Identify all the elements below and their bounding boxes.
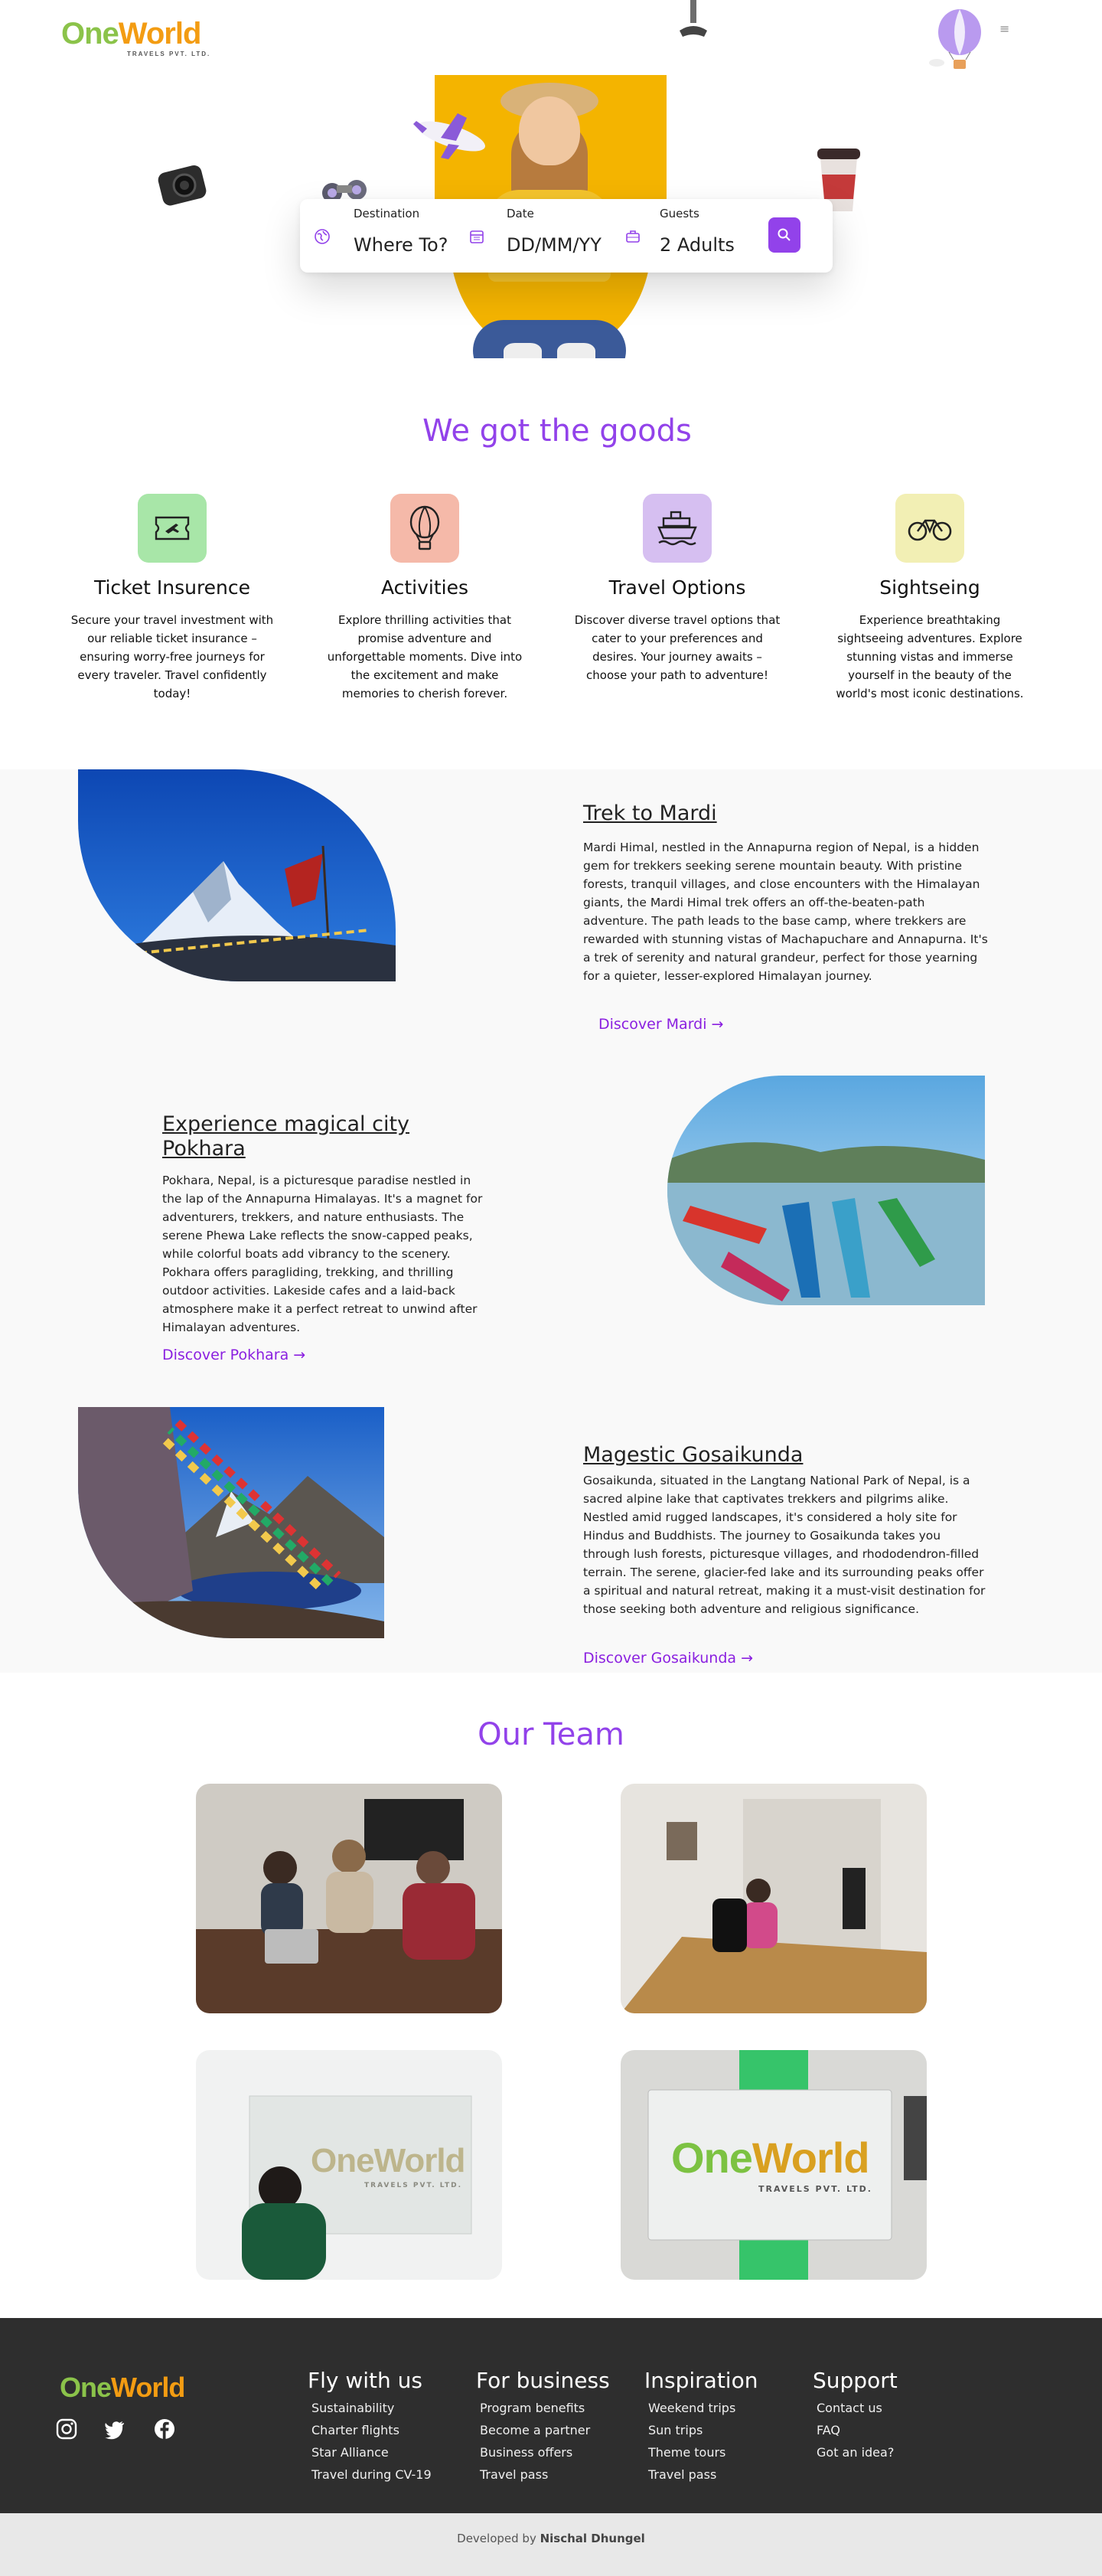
footer-column-title: Fly with us	[308, 2368, 422, 2393]
twitter-icon[interactable]	[103, 2418, 126, 2441]
good-card-ticket-insurance: Ticket Insurence Secure your travel inve…	[61, 494, 283, 703]
globe-icon	[315, 229, 330, 244]
destination-title-mardi[interactable]: Trek to Mardi	[583, 802, 996, 826]
gosaikunda-lake-image	[78, 1407, 384, 1638]
ship-icon	[643, 494, 712, 563]
logo-name-one: One	[61, 17, 119, 51]
destination-input[interactable]: Where To?	[354, 234, 448, 256]
date-input[interactable]: DD/MM/YY	[507, 234, 602, 256]
credit-name: Nischal Dhungel	[540, 2532, 645, 2545]
destination-description-gosaikunda: Gosaikunda, situated in the Langtang Nat…	[583, 1474, 986, 1616]
footer-link[interactable]: Got an idea?	[813, 2445, 898, 2460]
ticket-icon	[138, 494, 207, 563]
footer-column-title: Inspiration	[644, 2368, 758, 2393]
sign-tagline: TRAVELS PVT. LTD.	[364, 2182, 463, 2189]
good-card-sightseeing: Sightseing Experience breathtaking sight…	[819, 494, 1041, 703]
footer-link[interactable]: Program benefits	[476, 2401, 610, 2415]
footer-link[interactable]: Travel pass	[476, 2467, 610, 2482]
suitcase-icon	[626, 230, 640, 243]
sign-logo-text: OneWorld	[671, 2134, 870, 2182]
hero-section: OneWorld TRAVELS PVT. LTD. ≡ Destination…	[0, 0, 1102, 383]
good-title: Travel Options	[608, 576, 746, 599]
camera-deco-icon	[158, 165, 207, 206]
footer: OneWorld Fly with us Sustainability Char…	[0, 2318, 1102, 2513]
bicycle-icon	[895, 494, 964, 563]
search-button[interactable]	[768, 217, 800, 253]
developer-credit: Developed by Nischal Dhungel	[0, 2513, 1102, 2576]
pokhara-lake-image	[667, 1076, 985, 1305]
good-card-travel-options: Travel Options Discover diverse travel o…	[566, 494, 788, 684]
selfie-stick-icon	[680, 0, 707, 37]
team-photo-office	[621, 1784, 927, 2013]
team-section-title: Our Team	[478, 1717, 624, 1752]
team-photo-office-sign: OneWorld TRAVELS PVT. LTD.	[621, 2050, 927, 2280]
destinations-section: Trek to Mardi Mardi Himal, nestled in th…	[0, 769, 1102, 1673]
footer-link[interactable]: Charter flights	[308, 2423, 432, 2437]
destination-label: Destination	[354, 207, 420, 220]
destination-field[interactable]: Destination Where To?	[300, 199, 453, 273]
sign-logo-text: OneWorld	[311, 2142, 465, 2179]
search-icon	[778, 228, 791, 241]
good-description: Secure your travel investment with our r…	[70, 613, 274, 700]
good-title: Ticket Insurence	[93, 576, 251, 599]
footer-column-title: For business	[476, 2368, 610, 2393]
logo-tagline: TRAVELS PVT. LTD.	[127, 51, 211, 57]
discover-gosaikunda-link[interactable]: Discover Gosaikunda →	[583, 1650, 753, 1667]
hot-air-balloon-icon	[390, 494, 459, 563]
calendar-icon	[470, 230, 484, 243]
footer-column-inspiration: Inspiration Weekend trips Sun trips Them…	[644, 2368, 758, 2482]
footer-link[interactable]: Travel pass	[644, 2467, 758, 2482]
airplane-deco-icon	[413, 113, 485, 159]
mardi-mountain-image	[78, 769, 396, 981]
footer-link[interactable]: Contact us	[813, 2401, 898, 2415]
footer-logo[interactable]: OneWorld	[60, 2372, 185, 2404]
discover-pokhara-link[interactable]: Discover Pokhara →	[162, 1347, 305, 1363]
footer-column-support: Support Contact us FAQ Got an idea?	[813, 2368, 898, 2460]
instagram-icon[interactable]	[55, 2418, 78, 2441]
footer-link[interactable]: Weekend trips	[644, 2401, 758, 2415]
footer-column-fly-with-us: Fly with us Sustainability Charter fligh…	[308, 2368, 432, 2482]
footer-column-title: Support	[813, 2368, 898, 2393]
good-description: Explore thrilling activities that promis…	[327, 613, 523, 700]
guests-input[interactable]: 2 Adults	[660, 234, 735, 256]
menu-icon[interactable]: ≡	[999, 21, 1009, 36]
facebook-icon[interactable]	[153, 2418, 176, 2441]
good-card-activities: Activities Explore thrilling activities …	[314, 494, 536, 703]
team-photo-member-sign: OneWorld TRAVELS PVT. LTD.	[196, 2050, 502, 2280]
destination-description-pokhara: Pokhara, Nepal, is a picturesque paradis…	[162, 1174, 483, 1334]
hot-air-balloon-deco-icon	[929, 9, 981, 69]
good-title: Sightseing	[879, 576, 980, 599]
discover-mardi-link[interactable]: Discover Mardi →	[598, 1016, 723, 1033]
guests-label: Guests	[660, 207, 699, 220]
good-description: Experience breathtaking sightseeing adve…	[836, 613, 1024, 700]
logo-name-world: World	[118, 17, 202, 51]
footer-link[interactable]: Become a partner	[476, 2423, 610, 2437]
brand-logo[interactable]: OneWorld TRAVELS PVT. LTD.	[61, 17, 209, 58]
footer-link[interactable]: Business offers	[476, 2445, 610, 2460]
footer-link[interactable]: FAQ	[813, 2423, 898, 2437]
date-field[interactable]: Date DD/MM/YY	[456, 199, 609, 273]
date-label: Date	[507, 207, 534, 220]
team-photo-meeting	[196, 1784, 502, 2013]
destination-title-pokhara[interactable]: Experience magical city Pokhara	[162, 1112, 484, 1161]
footer-link[interactable]: Travel during CV-19	[308, 2467, 432, 2482]
goods-section-title: We got the goods	[422, 413, 692, 449]
destination-title-gosaikunda[interactable]: Magestic Gosaikunda	[583, 1443, 996, 1468]
destination-description-mardi: Mardi Himal, nestled in the Annapurna re…	[583, 841, 988, 983]
guests-field[interactable]: Guests 2 Adults	[612, 199, 765, 273]
search-bar: Destination Where To? Date DD/MM/YY Gues…	[300, 199, 833, 273]
footer-link[interactable]: Sun trips	[644, 2423, 758, 2437]
footer-link[interactable]: Theme tours	[644, 2445, 758, 2460]
sign-tagline: TRAVELS PVT. LTD.	[758, 2184, 872, 2194]
footer-link[interactable]: Sustainability	[308, 2401, 432, 2415]
footer-column-for-business: For business Program benefits Become a p…	[476, 2368, 610, 2482]
credit-prefix: Developed by	[457, 2532, 536, 2545]
footer-link[interactable]: Star Alliance	[308, 2445, 432, 2460]
good-title: Activities	[380, 576, 469, 599]
good-description: Discover diverse travel options that cat…	[574, 613, 781, 682]
